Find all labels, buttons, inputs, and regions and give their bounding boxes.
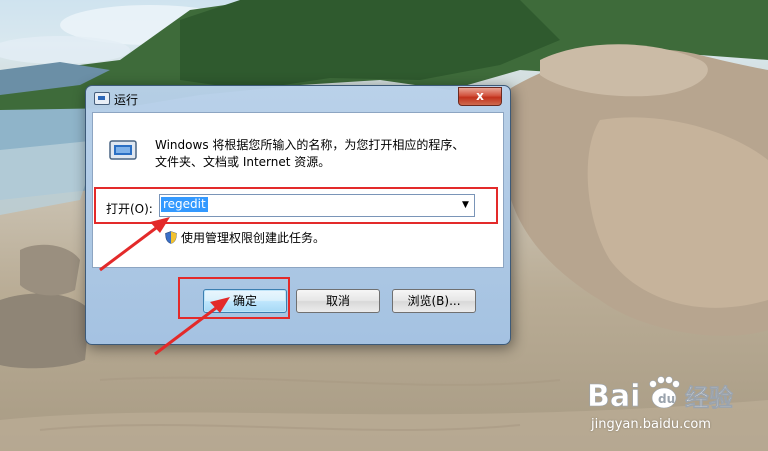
paw-icon: du [649, 376, 680, 409]
watermark-logo-text2: 经验 [685, 384, 733, 412]
watermark-url: jingyan.baidu.com [591, 417, 711, 432]
watermark-logo: Bai du 经验 [587, 376, 733, 414]
watermark-logo-text: Bai [587, 379, 640, 414]
annotation-arrow-ok [154, 297, 230, 356]
svg-text:du: du [658, 392, 675, 406]
annotation-arrow-input [99, 217, 170, 272]
baidu-watermark: Bai du 经验 jingyan.baidu.com [585, 368, 763, 438]
